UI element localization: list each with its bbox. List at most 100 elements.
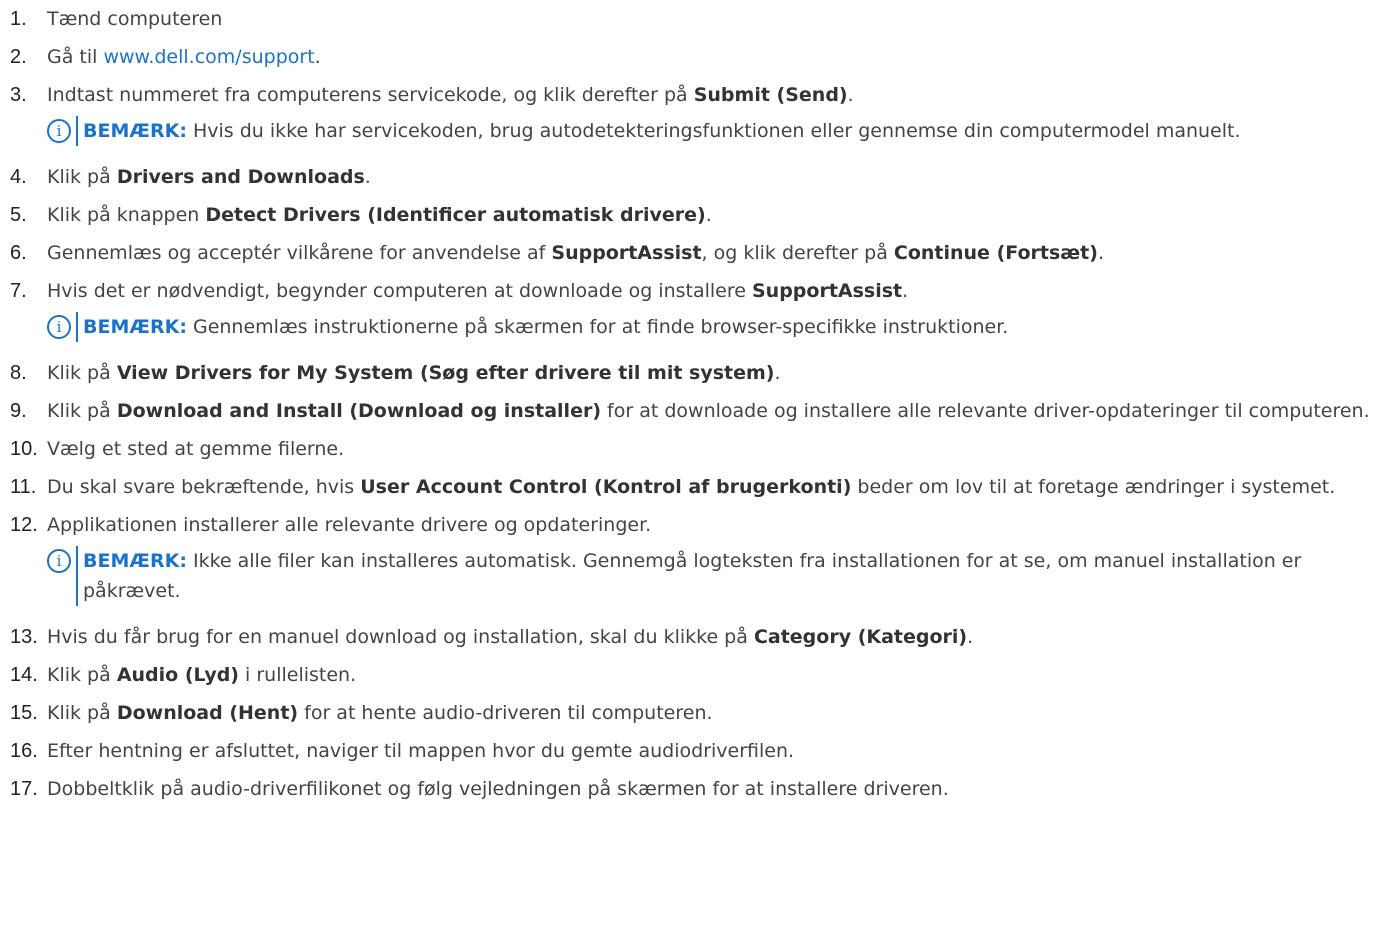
- step-number: 7.: [10, 280, 27, 302]
- info-icon: i: [47, 119, 71, 143]
- ui-term: SupportAssist: [752, 280, 903, 302]
- step-text: Klik på Download (Hent) for at hente aud…: [47, 698, 1394, 728]
- step-number: 8.: [10, 362, 27, 384]
- info-icon: i: [47, 549, 71, 573]
- step-row: 6. Gennemlæs og acceptér vilkårene for an…: [0, 238, 1394, 268]
- step-item: 4. Klik på Drivers and Downloads.: [0, 162, 1394, 192]
- step-item: 10. Vælg et sted at gemme filerne.: [0, 434, 1394, 464]
- step-text-segment: Indtast nummeret fra computerens service…: [47, 84, 694, 106]
- step-text: Hvis du får brug for en manuel download …: [47, 622, 1394, 652]
- step-row: 2. Gå til www.dell.com/support.: [0, 42, 1394, 72]
- step-text: Efter hentning er afsluttet, naviger til…: [47, 736, 1394, 766]
- step-text-segment: Gennemlæs og acceptér vilkårene for anve…: [47, 242, 552, 264]
- step-row: 15. Klik på Download (Hent) for at hente …: [0, 698, 1394, 728]
- ui-term: SupportAssist: [551, 242, 702, 264]
- step-text: Dobbeltklik på audio-driverfilikonet og …: [47, 774, 1394, 804]
- step-text-segment: .: [314, 46, 321, 68]
- step-text: Klik på knappen Detect Drivers (Identifi…: [47, 200, 1394, 230]
- step-row: 11. Du skal svare bekræftende, hvis User …: [0, 472, 1394, 502]
- step-text-segment: i rullelisten.: [239, 664, 357, 686]
- step-text-segment: Tænd computeren: [47, 8, 223, 30]
- step-number: 10.: [10, 438, 38, 460]
- step-row: 9. Klik på Download and Install (Download…: [0, 396, 1394, 426]
- step-number: 3.: [10, 84, 27, 106]
- step-text: Du skal svare bekræftende, hvis User Acc…: [47, 472, 1394, 502]
- ui-term: Category (Kategori): [753, 626, 968, 648]
- step-text-segment: Klik på: [47, 664, 117, 686]
- note-box: i BEMÆRK: Ikke alle filer kan installeres…: [47, 546, 1394, 606]
- step-item: 12. Applikationen installerer alle releva…: [0, 510, 1394, 606]
- step-row: 14. Klik på Audio (Lyd) i rullelisten.: [0, 660, 1394, 690]
- step-item: 8. Klik på View Drivers for My System (Sø…: [0, 358, 1394, 388]
- note-text: Ikke alle filer kan installeres automati…: [83, 550, 1302, 602]
- step-text-segment: Klik på: [47, 362, 117, 384]
- step-text-segment: , og klik derefter på: [701, 242, 894, 264]
- step-number: 14.: [10, 664, 38, 686]
- step-text-segment: Du skal svare bekræftende, hvis: [47, 476, 361, 498]
- step-item: 5. Klik på knappen Detect Drivers (Identi…: [0, 200, 1394, 230]
- step-text-segment: Gå til: [47, 46, 104, 68]
- step-row: 16. Efter hentning er afsluttet, naviger …: [0, 736, 1394, 766]
- step-text: Vælg et sted at gemme filerne.: [47, 434, 1394, 464]
- step-text: Gå til www.dell.com/support.: [47, 42, 1394, 72]
- step-text-segment: Hvis du får brug for en manuel download …: [47, 626, 754, 648]
- ui-term: User Account Control (Kontrol af brugerk…: [360, 476, 852, 498]
- step-text-segment: .: [364, 166, 371, 188]
- step-text: Klik på Audio (Lyd) i rullelisten.: [47, 660, 1394, 690]
- step-number: 4.: [10, 166, 27, 188]
- step-number: 17.: [10, 778, 38, 800]
- step-text: Hvis det er nødvendigt, begynder compute…: [47, 276, 1394, 306]
- step-item: 13. Hvis du får brug for en manuel downlo…: [0, 622, 1394, 652]
- step-row: 5. Klik på knappen Detect Drivers (Identi…: [0, 200, 1394, 230]
- step-row: 10. Vælg et sted at gemme filerne.: [0, 434, 1394, 464]
- ui-term: Download and Install (Download og instal…: [116, 400, 602, 422]
- note-text: Gennemlæs instruktionerne på skærmen for…: [186, 316, 1009, 338]
- step-text-segment: .: [967, 626, 974, 648]
- note-body: BEMÆRK: Gennemlæs instruktionerne på skæ…: [76, 312, 1394, 342]
- step-text-segment: beder om lov til at foretage ændringer i…: [851, 476, 1336, 498]
- step-item: 6. Gennemlæs og acceptér vilkårene for an…: [0, 238, 1394, 268]
- step-text-segment: for at hente audio-driveren til computer…: [298, 702, 713, 724]
- step-item: 2. Gå til www.dell.com/support.: [0, 42, 1394, 72]
- step-row: 7. Hvis det er nødvendigt, begynder compu…: [0, 276, 1394, 306]
- step-text-segment: Dobbeltklik på audio-driverfilikonet og …: [47, 778, 949, 800]
- step-text-segment: .: [902, 280, 909, 302]
- step-item: 11. Du skal svare bekræftende, hvis User …: [0, 472, 1394, 502]
- step-item: 7. Hvis det er nødvendigt, begynder compu…: [0, 276, 1394, 342]
- step-text-segment: Klik på: [47, 400, 117, 422]
- step-number: 2.: [10, 46, 27, 68]
- note-box: i BEMÆRK: Hvis du ikke har servicekoden, …: [47, 116, 1394, 146]
- note-body: BEMÆRK: Ikke alle filer kan installeres …: [76, 546, 1394, 606]
- step-text: Klik på View Drivers for My System (Søg …: [47, 358, 1394, 388]
- steps-list: 1. Tænd computeren 2. Gå til www.dell.com/s…: [0, 4, 1394, 804]
- step-row: 8. Klik på View Drivers for My System (Sø…: [0, 358, 1394, 388]
- step-number: 15.: [10, 702, 38, 724]
- step-text-segment: .: [1097, 242, 1104, 264]
- step-item: 3. Indtast nummeret fra computerens servi…: [0, 80, 1394, 146]
- step-row: 12. Applikationen installerer alle releva…: [0, 510, 1394, 540]
- step-item: 9. Klik på Download and Install (Download…: [0, 396, 1394, 426]
- step-number: 1.: [10, 8, 27, 30]
- step-row: 3. Indtast nummeret fra computerens servi…: [0, 80, 1394, 110]
- step-text-segment: .: [847, 84, 854, 106]
- note-label: BEMÆRK:: [83, 120, 187, 142]
- step-number: 12.: [10, 514, 38, 536]
- step-text: Indtast nummeret fra computerens service…: [47, 80, 1394, 110]
- step-item: 16. Efter hentning er afsluttet, naviger …: [0, 736, 1394, 766]
- step-text-segment: Klik på: [47, 702, 117, 724]
- step-item: 17. Dobbeltklik på audio-driverfilikonet …: [0, 774, 1394, 804]
- step-text-segment: Applikationen installerer alle relevante…: [47, 514, 652, 536]
- note-label: BEMÆRK:: [83, 316, 187, 338]
- step-number: 11.: [10, 476, 37, 498]
- ui-term: Drivers and Downloads: [116, 166, 365, 188]
- step-text: Gennemlæs og acceptér vilkårene for anve…: [47, 238, 1394, 268]
- note-text: Hvis du ikke har servicekoden, brug auto…: [186, 120, 1241, 142]
- note-label: BEMÆRK:: [83, 550, 187, 572]
- note-body: BEMÆRK: Hvis du ikke har servicekoden, b…: [76, 116, 1394, 146]
- step-item: 15. Klik på Download (Hent) for at hente …: [0, 698, 1394, 728]
- note-box: i BEMÆRK: Gennemlæs instruktionerne på sk…: [47, 312, 1394, 342]
- support-link[interactable]: www.dell.com/support: [103, 46, 314, 68]
- step-row: 17. Dobbeltklik på audio-driverfilikonet …: [0, 774, 1394, 804]
- step-text: Klik på Download and Install (Download o…: [47, 396, 1394, 426]
- step-text-segment: .: [705, 204, 712, 226]
